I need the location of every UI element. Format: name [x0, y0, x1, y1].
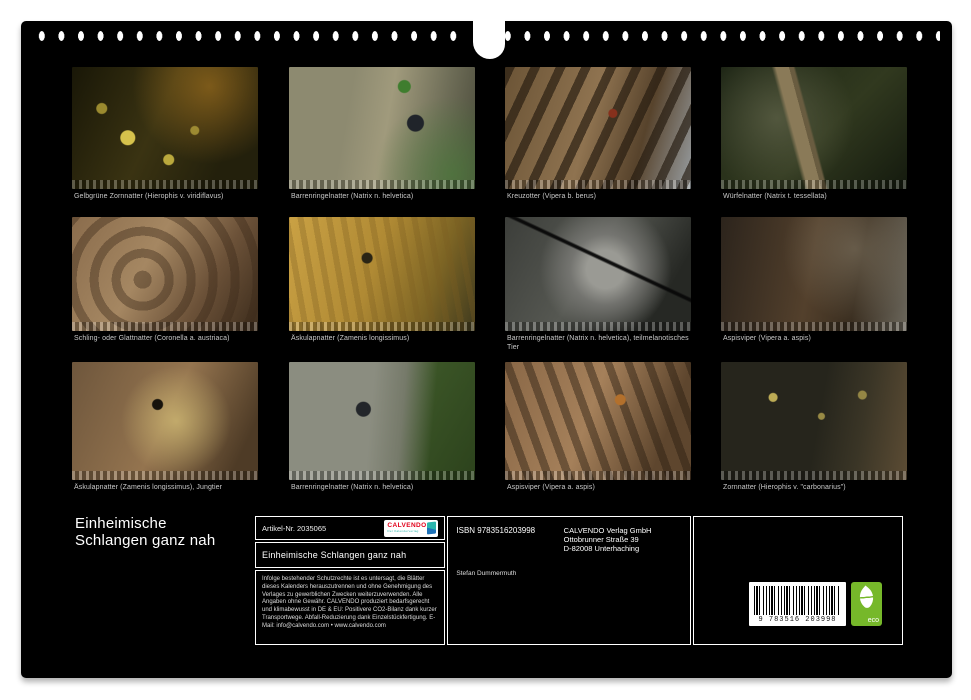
article-number: Artikel-Nr. 2035065 [262, 523, 327, 533]
photo-caption: Schling- oder Glattnatter (Coronella a. … [74, 335, 230, 342]
author-name: Stefan Dummermuth [456, 570, 517, 577]
barcode-digits: 9 783516 203998 [758, 616, 837, 624]
photo-cell: Barrenringelnatter (Natrix n. helvetica)… [505, 217, 691, 352]
publisher-info-panel: Artikel-Nr. 2035065 CALVENDO Der Kalende… [255, 516, 903, 645]
photo-caption: Barrenringelnatter (Natrix n. helvetica) [291, 193, 414, 200]
article-number-box: Artikel-Nr. 2035065 CALVENDO Der Kalende… [255, 516, 446, 540]
photo-gelbgruene-zornnatter [72, 67, 258, 189]
photo-cell: Aspisviper (Vipera a. aspis) [505, 362, 691, 493]
photo-caption: Äskulapnatter (Zamenis longissimus) [291, 335, 410, 342]
info-middle-column: ISBN 9783516203998 CALVENDO Verlag GmbH … [447, 516, 691, 645]
publisher-address: CALVENDO Verlag GmbH Ottobrunner Straße … [563, 526, 652, 553]
legal-text: Infolge bestehender Schutzrechte ist es … [262, 576, 437, 629]
photo-caption: Gelbgrüne Zornnatter (Hierophis v. virid… [74, 193, 224, 200]
photo-cell: Würfelnatter (Natrix t. tessellata) [721, 67, 907, 202]
legal-box: Infolge bestehender Schutzrechte ist es … [255, 570, 446, 645]
photo-cell: Kreuzotter (Vipera b. berus) [505, 67, 691, 202]
photo-zornnatter-carbonarius [721, 362, 907, 480]
calvendo-logo-text: CALVENDO Der Kalenderverlag [387, 522, 426, 534]
photo-cell: Äskulapnatter (Zamenis longissimus), Jun… [72, 362, 258, 493]
photo-cell: Schling- oder Glattnatter (Coronella a. … [72, 217, 258, 344]
info-right-column: 9 783516 203998 eco [692, 516, 903, 645]
barcode-bars [754, 586, 841, 615]
photo-caption: Aspisviper (Vipera a. aspis) [507, 484, 595, 491]
photo-kreuzotter [505, 67, 691, 189]
hanger-notch [473, 19, 505, 59]
photo-cell: Aspisviper (Vipera a. aspis) [721, 217, 907, 344]
photo-schlingnatter [72, 217, 258, 331]
photo-aspisviper-2 [505, 362, 691, 480]
leaf-icon [854, 585, 879, 610]
title-box-text: Einheimische Schlangen ganz nah [262, 550, 407, 560]
photo-caption: Kreuzotter (Vipera b. berus) [507, 193, 597, 200]
calvendo-logo: CALVENDO Der Kalenderverlag [384, 519, 439, 537]
calvendo-tagline: Der Kalenderverlag [387, 529, 419, 534]
photo-aspisviper-1 [721, 217, 907, 331]
photo-caption: Barrenringelnatter (Natrix n. helvetica)… [507, 335, 689, 351]
barcode-group: 9 783516 203998 eco [749, 582, 882, 626]
photo-caption: Barrenringelnatter (Natrix n. helvetica) [291, 484, 414, 491]
isbn-number: ISBN 9783516203998 [456, 526, 536, 535]
photo-cell: Barrenringelnatter (Natrix n. helvetica) [289, 67, 475, 202]
photo-caption: Aspisviper (Vipera a. aspis) [723, 335, 811, 342]
photo-cell: Äskulapnatter (Zamenis longissimus) [289, 217, 475, 344]
photo-cell: Barrenringelnatter (Natrix n. helvetica) [289, 362, 475, 493]
photo-barrenringelnatter-melanotisch [505, 217, 691, 331]
binding-holes-right [498, 28, 940, 44]
eco-badge: eco [851, 582, 882, 626]
eco-label: eco [867, 617, 879, 624]
photo-cell: Gelbgrüne Zornnatter (Hierophis v. virid… [72, 67, 258, 202]
photo-caption: Äskulapnatter (Zamenis longissimus), Jun… [74, 484, 223, 491]
binding-holes-left [32, 28, 465, 44]
photo-aeskulapnatter-jungtier [72, 362, 258, 480]
calendar-title: Einheimische Schlangen ganz nah [75, 515, 216, 549]
ean-barcode: 9 783516 203998 [749, 582, 846, 626]
photo-barrenringelnatter-1 [289, 67, 475, 189]
isbn-publisher-row: ISBN 9783516203998 CALVENDO Verlag GmbH … [456, 526, 681, 553]
photo-aeskulapnatter [289, 217, 475, 331]
photo-cell: Zornnatter (Hierophis v. "carbonarius") [721, 362, 907, 493]
title-box: Einheimische Schlangen ganz nah [255, 542, 446, 568]
photo-caption: Würfelnatter (Natrix t. tessellata) [723, 193, 827, 200]
photo-barrenringelnatter-2 [289, 362, 475, 480]
calendar-back-page: Gelbgrüne Zornnatter (Hierophis v. virid… [21, 19, 952, 678]
calvendo-page-icon [426, 521, 436, 535]
photo-caption: Zornnatter (Hierophis v. "carbonarius") [723, 484, 846, 491]
photo-wuerfelnatter [721, 67, 907, 189]
info-left-column: Artikel-Nr. 2035065 CALVENDO Der Kalende… [255, 516, 446, 645]
